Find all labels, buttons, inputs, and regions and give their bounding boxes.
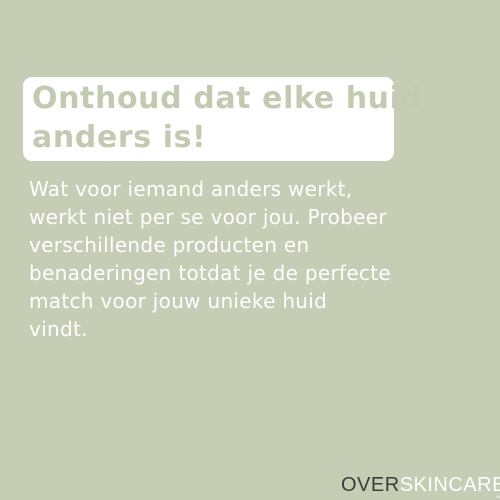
body-text: Wat voor iemand anders werkt, werkt niet… bbox=[29, 175, 459, 343]
headline-line-1: Onthoud dat elke huid bbox=[32, 81, 423, 116]
headline-box: Onthoud dat elke huid anders is! bbox=[23, 77, 423, 161]
body-line-1: Wat voor iemand anders werkt, bbox=[29, 177, 353, 201]
brand-logo-over: OVER bbox=[341, 474, 400, 496]
body-line-5: match voor jouw unieke huid bbox=[29, 289, 328, 313]
body-line-3: verschillende producten en bbox=[29, 233, 310, 257]
body-line-6: vindt. bbox=[29, 317, 88, 341]
brand-logo-skincare: SKINCARE bbox=[399, 474, 500, 496]
body-line-2: werkt niet per se voor jou. Probeer bbox=[29, 205, 387, 229]
brand-logo: OVERSKINCARE blog bbox=[341, 474, 500, 499]
brand-logo-suffix: blog bbox=[496, 494, 500, 499]
body-line-4: benaderingen totdat je de perfecte bbox=[29, 261, 391, 285]
headline-line-2: anders is! bbox=[32, 120, 207, 155]
